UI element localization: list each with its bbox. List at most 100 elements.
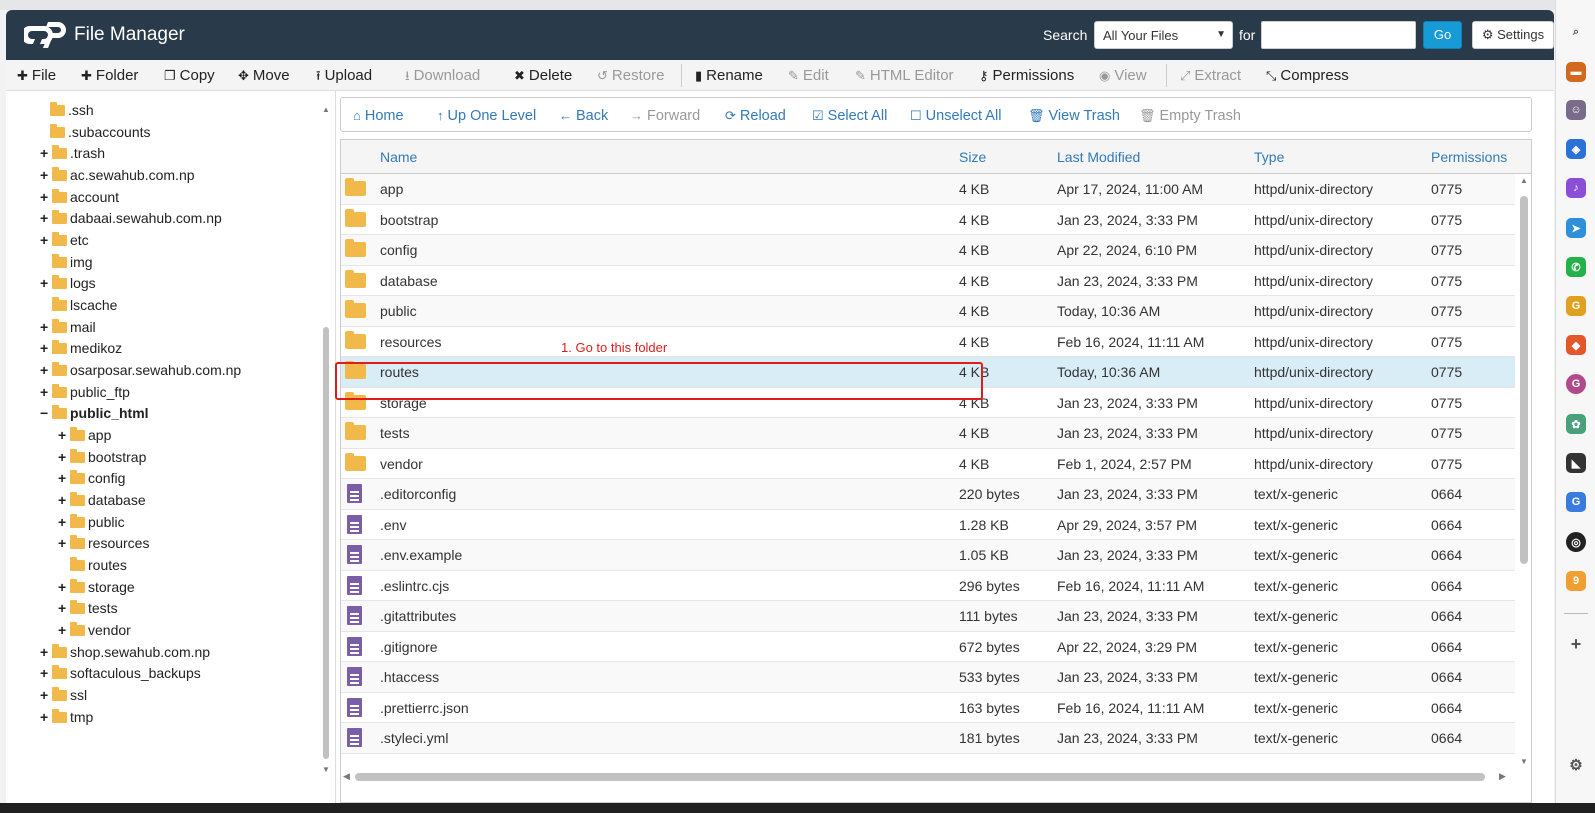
- file-name[interactable]: .gitignore: [380, 632, 438, 662]
- select-all-button[interactable]: ☑ Select All: [812, 98, 887, 133]
- tree-item[interactable]: + tests: [58, 597, 118, 619]
- expand-icon[interactable]: +: [40, 337, 52, 359]
- table-row[interactable]: .editorconfig 220 bytes Jan 23, 2024, 3:33…: [341, 479, 1515, 510]
- file-name[interactable]: vendor: [380, 449, 423, 479]
- scroll-left-icon[interactable]: ◀: [343, 771, 350, 782]
- expand-icon[interactable]: +: [40, 164, 52, 186]
- tree-item[interactable]: + .trash: [40, 142, 105, 164]
- scroll-down-icon[interactable]: ▼: [322, 765, 330, 774]
- file-name[interactable]: .gitattributes: [380, 601, 456, 631]
- copy-button[interactable]: ❐ Copy: [164, 60, 215, 91]
- table-scroll-thumb[interactable]: [1520, 196, 1528, 564]
- table-row[interactable]: .gitattributes 111 bytes Jan 23, 2024, 3:3…: [341, 601, 1515, 632]
- expand-icon[interactable]: +: [40, 186, 52, 208]
- view-button[interactable]: ◉ View: [1099, 60, 1147, 91]
- scroll-up-icon[interactable]: ▲: [322, 105, 330, 114]
- tree-item[interactable]: .subaccounts: [50, 121, 151, 143]
- expand-icon[interactable]: +: [40, 641, 52, 663]
- table-row[interactable]: .prettierrc.json 163 bytes Feb 16, 2024, 1…: [341, 693, 1515, 723]
- table-row[interactable]: .env 1.28 KB Apr 29, 2024, 3:57 PM text/x-g…: [341, 510, 1515, 540]
- whatsapp-icon[interactable]: ✆: [1566, 257, 1586, 277]
- table-row[interactable]: .htaccess 533 bytes Jan 23, 2024, 3:33 PM t…: [341, 662, 1515, 693]
- app-icon[interactable]: 9: [1566, 571, 1586, 591]
- tree-item[interactable]: + softaculous_backups: [40, 662, 201, 684]
- tree-item[interactable]: + mail: [40, 316, 96, 338]
- file-name[interactable]: bootstrap: [380, 205, 438, 235]
- table-horizontal-scrollbar[interactable]: ◀ ▶: [341, 770, 1517, 784]
- tree-item[interactable]: + tmp: [40, 706, 93, 728]
- html-editor-button[interactable]: ✎ HTML Editor: [855, 60, 954, 91]
- upload-button[interactable]: ⭱ Upload: [316, 60, 372, 91]
- tree-item[interactable]: + database: [58, 489, 146, 511]
- tree-item[interactable]: + bootstrap: [58, 446, 146, 468]
- file-name[interactable]: .prettierrc.json: [380, 693, 469, 723]
- expand-icon[interactable]: +: [58, 467, 70, 489]
- file-name[interactable]: app: [380, 174, 403, 204]
- table-row[interactable]: config 4 KB Apr 22, 2024, 6:10 PM httpd/uni…: [341, 235, 1515, 266]
- table-vertical-scrollbar[interactable]: ▲ ▼: [1517, 174, 1531, 769]
- table-row[interactable]: .env.example 1.05 KB Jan 23, 2024, 3:33 PM…: [341, 540, 1515, 571]
- expand-icon[interactable]: +: [40, 381, 52, 403]
- tree-item[interactable]: lscache: [52, 294, 117, 316]
- search-input[interactable]: [1261, 21, 1416, 49]
- chatgpt-icon[interactable]: ✿: [1566, 414, 1586, 434]
- g-app-icon[interactable]: G: [1566, 296, 1586, 316]
- expand-icon[interactable]: +: [58, 489, 70, 511]
- tree-item[interactable]: + resources: [58, 532, 149, 554]
- reload-button[interactable]: ⟳ Reload: [725, 98, 786, 133]
- expand-icon[interactable]: +: [40, 706, 52, 728]
- tree-scrollbar[interactable]: ▲ ▼: [322, 105, 330, 795]
- column-header-size[interactable]: Size: [959, 140, 986, 174]
- file-name[interactable]: database: [380, 266, 438, 296]
- file-name[interactable]: tests: [380, 418, 410, 448]
- translate-icon[interactable]: G: [1566, 492, 1586, 512]
- column-header-type[interactable]: Type: [1254, 140, 1284, 174]
- tree-item[interactable]: + shop.sewahub.com.np: [40, 641, 210, 663]
- tree-item[interactable]: img: [52, 251, 93, 273]
- tree-item[interactable]: + dabaai.sewahub.com.np: [40, 207, 222, 229]
- expand-icon[interactable]: +: [40, 662, 52, 684]
- move-button[interactable]: ✥ Move: [238, 60, 290, 91]
- column-header-permissions[interactable]: Permissions: [1431, 140, 1507, 174]
- new-file-button[interactable]: ✚ File: [17, 60, 56, 91]
- table-row[interactable]: vendor 4 KB Feb 1, 2024, 2:57 PM httpd/unix…: [341, 449, 1515, 479]
- table-row[interactable]: database 4 KB Jan 23, 2024, 3:33 PM httpd/u…: [341, 266, 1515, 296]
- designer-icon[interactable]: ♪: [1566, 178, 1586, 198]
- send-icon[interactable]: ➤: [1566, 218, 1586, 238]
- file-name[interactable]: resources: [380, 327, 441, 357]
- bird-icon[interactable]: ◣: [1566, 453, 1586, 473]
- add-icon[interactable]: +: [1566, 634, 1586, 654]
- camera-icon[interactable]: ◎: [1566, 532, 1586, 552]
- tree-item[interactable]: + public_ftp: [40, 381, 130, 403]
- file-name[interactable]: .eslintrc.cjs: [380, 571, 449, 601]
- scroll-right-icon[interactable]: ▶: [1499, 771, 1506, 782]
- tree-item[interactable]: + ssl: [40, 684, 87, 706]
- back-button[interactable]: ← Back: [559, 98, 608, 133]
- new-folder-button[interactable]: ✚ Folder: [81, 60, 138, 91]
- file-name[interactable]: .htaccess: [380, 662, 439, 692]
- delete-button[interactable]: ✖ Delete: [514, 60, 572, 91]
- tree-item[interactable]: + storage: [58, 576, 135, 598]
- permissions-button[interactable]: ⚷ Permissions: [979, 60, 1074, 91]
- table-row[interactable]: .gitignore 672 bytes Apr 22, 2024, 3:29 PM…: [341, 632, 1515, 662]
- table-row[interactable]: public 4 KB Today, 10:36 AM httpd/unix-dire…: [341, 296, 1515, 327]
- extract-button[interactable]: ⤢ Extract: [1180, 60, 1241, 91]
- empty-trash-button[interactable]: 🗑 Empty Trash: [1139, 98, 1241, 133]
- edit-button[interactable]: ✎ Edit: [788, 60, 829, 91]
- tree-item[interactable]: .ssh: [50, 99, 94, 121]
- toolbox-icon[interactable]: ▬: [1566, 62, 1586, 82]
- profile-icon[interactable]: G: [1566, 374, 1586, 394]
- expand-icon[interactable]: +: [40, 684, 52, 706]
- view-trash-button[interactable]: 🗑 View Trash: [1028, 98, 1120, 133]
- table-row[interactable]: bootstrap 4 KB Jan 23, 2024, 3:33 PM httpd/…: [341, 205, 1515, 235]
- rename-button[interactable]: ▮ Rename: [695, 60, 763, 91]
- expand-icon[interactable]: +: [40, 142, 52, 164]
- table-row[interactable]: .styleci.yml 181 bytes Jan 23, 2024, 3:33 …: [341, 723, 1515, 754]
- compress-button[interactable]: ⤡ Compress: [1266, 60, 1349, 91]
- column-header-last-modified[interactable]: Last Modified: [1057, 140, 1140, 174]
- settings-button[interactable]: ⚙ Settings: [1472, 21, 1554, 49]
- search-scope-select[interactable]: All Your Files ▼: [1094, 21, 1233, 49]
- unselect-all-button[interactable]: ☐ Unselect All: [910, 98, 1001, 133]
- file-name[interactable]: .env.example: [380, 540, 462, 570]
- gear-icon[interactable]: ⚙: [1566, 755, 1586, 775]
